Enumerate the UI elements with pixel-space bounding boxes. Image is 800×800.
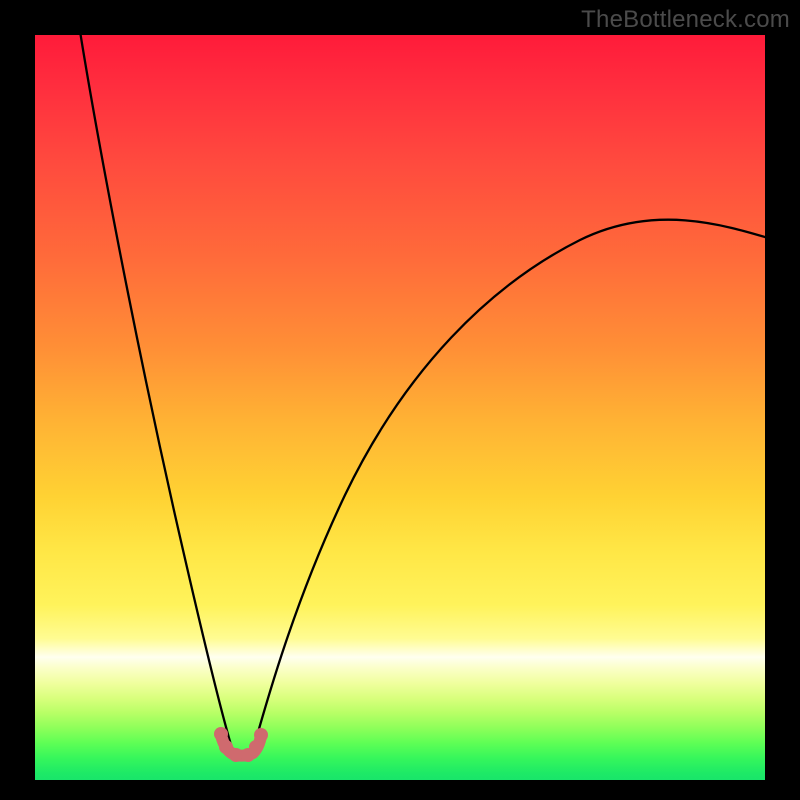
chart-frame: TheBottleneck.com [0,0,800,800]
curve-left-branch [79,35,233,750]
curve-right-branch [253,220,765,750]
trough-dot-3 [229,748,243,762]
curve-layer [35,35,765,780]
trough-dot-5 [249,740,263,754]
watermark-text: TheBottleneck.com [581,6,790,34]
plot-area [35,35,765,780]
trough-dot-6 [254,728,268,742]
trough-dot-1 [214,727,228,741]
